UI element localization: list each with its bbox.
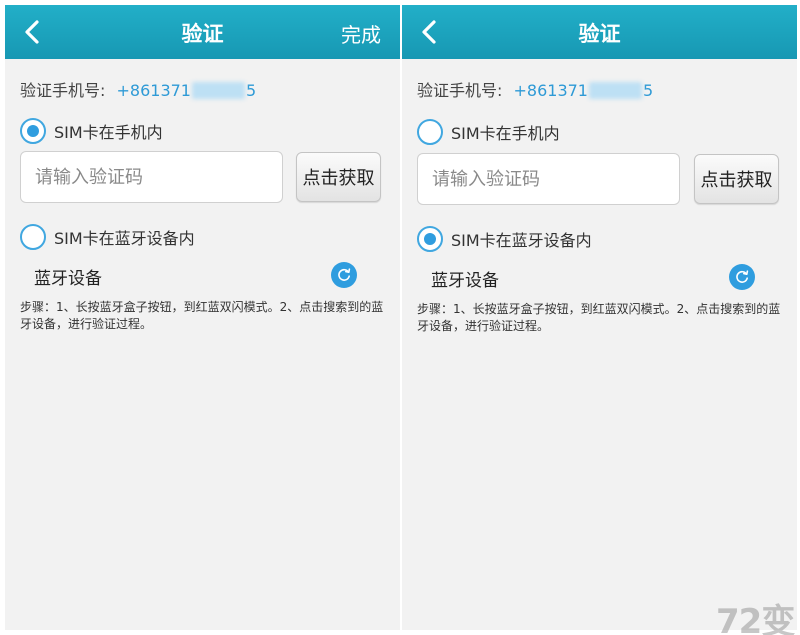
radio-sim-in-bluetooth[interactable] bbox=[20, 224, 46, 250]
radio-sim-in-bluetooth[interactable] bbox=[417, 226, 443, 252]
refresh-button[interactable] bbox=[729, 264, 755, 290]
get-code-button[interactable]: 点击获取 bbox=[694, 154, 779, 204]
option-sim-in-phone[interactable]: SIM卡在手机内 bbox=[417, 119, 560, 145]
bluetooth-device-label: 蓝牙设备 bbox=[34, 269, 102, 289]
radio-sim-in-phone[interactable] bbox=[417, 119, 443, 145]
chevron-left-icon bbox=[25, 20, 39, 44]
header-bar: 验证 bbox=[402, 5, 797, 59]
blurred-digits bbox=[588, 82, 642, 99]
phone-row: 验证手机号: +861371 5 bbox=[20, 77, 256, 101]
option-sim-in-phone[interactable]: SIM卡在手机内 bbox=[20, 118, 163, 144]
phone-label: 验证手机号: bbox=[417, 81, 503, 100]
option-label: SIM卡在手机内 bbox=[451, 124, 560, 143]
page-title: 验证 bbox=[578, 22, 621, 46]
header-bar: 验证 完成 bbox=[5, 5, 400, 59]
phone-label: 验证手机号: bbox=[20, 81, 106, 100]
blurred-digits bbox=[191, 82, 245, 99]
verification-code-input[interactable] bbox=[20, 151, 283, 203]
left-screen: 验证 完成 验证手机号: +8613715 SIM卡在手机内 点击获取 SIM卡… bbox=[5, 5, 400, 630]
get-code-button[interactable]: 点击获取 bbox=[296, 152, 381, 202]
steps-instructions: 步骤：1、长按蓝牙盒子按钮，到红蓝双闪模式。2、点击搜索到的蓝牙设备，进行验证过… bbox=[417, 302, 781, 333]
refresh-icon bbox=[736, 270, 749, 283]
verification-code-input[interactable] bbox=[417, 153, 680, 205]
option-label: SIM卡在蓝牙设备内 bbox=[451, 231, 592, 250]
option-sim-in-bluetooth[interactable]: SIM卡在蓝牙设备内 bbox=[417, 226, 592, 252]
back-button[interactable] bbox=[418, 19, 442, 45]
done-button[interactable]: 完成 bbox=[341, 19, 381, 48]
phone-number: +861371 5 bbox=[116, 81, 257, 100]
back-button[interactable] bbox=[21, 19, 45, 45]
refresh-button[interactable] bbox=[331, 262, 357, 288]
phone-number: +861371 5 bbox=[513, 81, 654, 100]
chevron-left-icon bbox=[422, 20, 436, 44]
bluetooth-device-label: 蓝牙设备 bbox=[431, 271, 499, 291]
phone-row: 验证手机号: +861371 5 bbox=[417, 77, 653, 101]
watermark-logo: 72变 bbox=[716, 602, 795, 635]
steps-instructions: 步骤：1、长按蓝牙盒子按钮，到红蓝双闪模式。2、点击搜索到的蓝牙设备，进行验证过… bbox=[20, 300, 384, 331]
option-label: SIM卡在手机内 bbox=[54, 123, 163, 142]
radio-sim-in-phone[interactable] bbox=[20, 118, 46, 144]
refresh-icon bbox=[338, 268, 351, 281]
option-label: SIM卡在蓝牙设备内 bbox=[54, 229, 195, 248]
option-sim-in-bluetooth[interactable]: SIM卡在蓝牙设备内 bbox=[20, 224, 195, 250]
right-screen: 验证 验证手机号: +8613715 SIM卡在手机内 点击获取 SIM卡在蓝牙… bbox=[402, 5, 797, 630]
